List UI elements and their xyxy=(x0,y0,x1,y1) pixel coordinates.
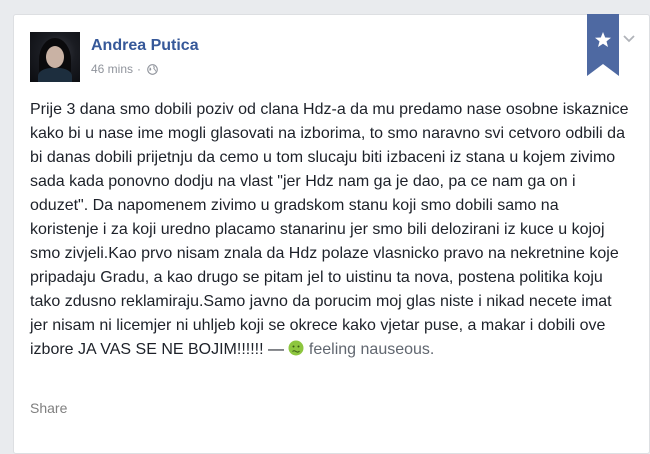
timestamp[interactable]: 46 mins xyxy=(91,62,133,76)
share-link[interactable]: Share xyxy=(30,400,67,416)
avatar[interactable] xyxy=(30,32,80,82)
post-text: Prije 3 dana smo dobili poziv od clana H… xyxy=(30,101,629,358)
author-name[interactable]: Andrea Putica xyxy=(91,37,199,55)
star-ribbon-icon[interactable] xyxy=(587,14,619,76)
meta-separator: · xyxy=(137,62,142,76)
nauseous-face-icon xyxy=(288,340,304,356)
feeling-text[interactable]: feeling nauseous. xyxy=(309,341,434,358)
globe-icon[interactable] xyxy=(147,63,158,75)
feeling-dash: — xyxy=(268,341,285,358)
post-card: Andrea Putica 46 mins · Prije 3 dana smo… xyxy=(13,14,650,454)
post-body: Prije 3 dana smo dobili poziv od clana H… xyxy=(30,98,630,362)
post-meta: 46 mins · xyxy=(91,62,158,76)
chevron-down-icon[interactable] xyxy=(623,35,635,43)
